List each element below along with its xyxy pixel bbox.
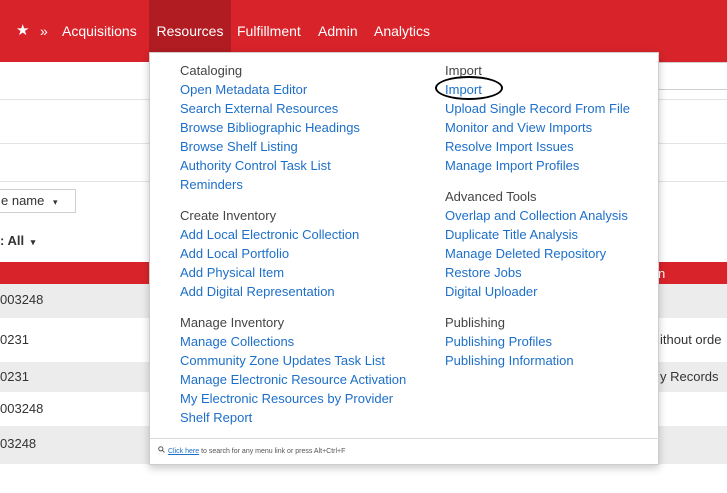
menu-heading-create-inventory: Create Inventory — [180, 208, 277, 223]
menu-link-manage-deleted-repository[interactable]: Manage Deleted Repository — [445, 246, 606, 261]
table-header-fragment: n — [658, 266, 666, 281]
menu-link-publishing-information[interactable]: Publishing Information — [445, 353, 574, 368]
sort-field-label: e name — [1, 193, 45, 208]
row-id: 003248 — [0, 292, 44, 307]
menu-link-shelf-report[interactable]: Shelf Report — [180, 410, 252, 425]
menu-link-add-physical-item[interactable]: Add Physical Item — [180, 265, 284, 280]
menu-link-manage-import-profiles[interactable]: Manage Import Profiles — [445, 158, 579, 173]
sort-field-select[interactable]: e name ▾ — [0, 189, 76, 213]
menu-link-browse-bibliographic-headings[interactable]: Browse Bibliographic Headings — [180, 120, 360, 135]
nav-acquisitions[interactable]: Acquisitions — [62, 0, 137, 62]
chevron-double-right-icon[interactable]: » — [40, 0, 48, 62]
menu-heading-manage-inventory: Manage Inventory — [180, 315, 285, 330]
menu-footer-hint: to search for any menu link or press Alt… — [199, 448, 346, 455]
menu-heading-cataloging: Cataloging — [180, 63, 243, 78]
menu-link-add-local-electronic-collection[interactable]: Add Local Electronic Collection — [180, 227, 359, 242]
filter-all-select[interactable]: : All ▾ — [0, 233, 35, 248]
menu-link-open-metadata-editor[interactable]: Open Metadata Editor — [180, 82, 307, 97]
menu-link-authority-control-task-list[interactable]: Authority Control Task List — [180, 158, 331, 173]
menu-heading-advanced-tools: Advanced Tools — [445, 189, 537, 204]
row-detail: ithout orde — [660, 332, 722, 347]
highlight-circle-annotation — [435, 76, 503, 100]
menu-footer-text: Click here to search for any menu link o… — [158, 446, 345, 455]
resources-mega-menu: Cataloging Open Metadata Editor Search E… — [149, 52, 660, 465]
search-icon — [158, 446, 165, 455]
menu-link-reminders[interactable]: Reminders — [180, 177, 243, 192]
row-id: 0231 — [0, 332, 29, 347]
menu-footer: Click here to search for any menu link o… — [150, 438, 660, 455]
caret-down-icon: ▾ — [53, 197, 58, 207]
menu-link-monitor-view-imports[interactable]: Monitor and View Imports — [445, 120, 592, 135]
menu-link-publishing-profiles[interactable]: Publishing Profiles — [445, 334, 552, 349]
menu-link-manage-collections[interactable]: Manage Collections — [180, 334, 294, 349]
menu-link-upload-single-record[interactable]: Upload Single Record From File — [445, 101, 630, 116]
star-icon[interactable]: ★ — [16, 0, 29, 62]
menu-heading-publishing: Publishing — [445, 315, 505, 330]
menu-link-restore-jobs[interactable]: Restore Jobs — [445, 265, 522, 280]
menu-link-overlap-collection-analysis[interactable]: Overlap and Collection Analysis — [445, 208, 628, 223]
row-id: 03248 — [0, 436, 37, 451]
menu-link-browse-shelf-listing[interactable]: Browse Shelf Listing — [180, 139, 298, 154]
row-detail: y Records — [660, 369, 719, 384]
menu-link-resolve-import-issues[interactable]: Resolve Import Issues — [445, 139, 574, 154]
menu-link-my-electronic-resources-by-provider[interactable]: My Electronic Resources by Provider — [180, 391, 393, 406]
filter-label: : All — [0, 233, 25, 248]
menu-link-add-local-portfolio[interactable]: Add Local Portfolio — [180, 246, 289, 261]
menu-link-add-digital-representation[interactable]: Add Digital Representation — [180, 284, 335, 299]
row-id: 0231 — [0, 369, 29, 384]
menu-link-community-zone-updates[interactable]: Community Zone Updates Task List — [180, 353, 385, 368]
menu-link-duplicate-title-analysis[interactable]: Duplicate Title Analysis — [445, 227, 578, 242]
menu-link-search-external-resources[interactable]: Search External Resources — [180, 101, 338, 116]
menu-link-manage-electronic-resource-activation[interactable]: Manage Electronic Resource Activation — [180, 372, 406, 387]
caret-down-icon: ▾ — [30, 237, 36, 247]
menu-link-digital-uploader[interactable]: Digital Uploader — [445, 284, 538, 299]
row-id: 003248 — [0, 401, 44, 416]
menu-search-link[interactable]: Click here — [168, 448, 199, 455]
